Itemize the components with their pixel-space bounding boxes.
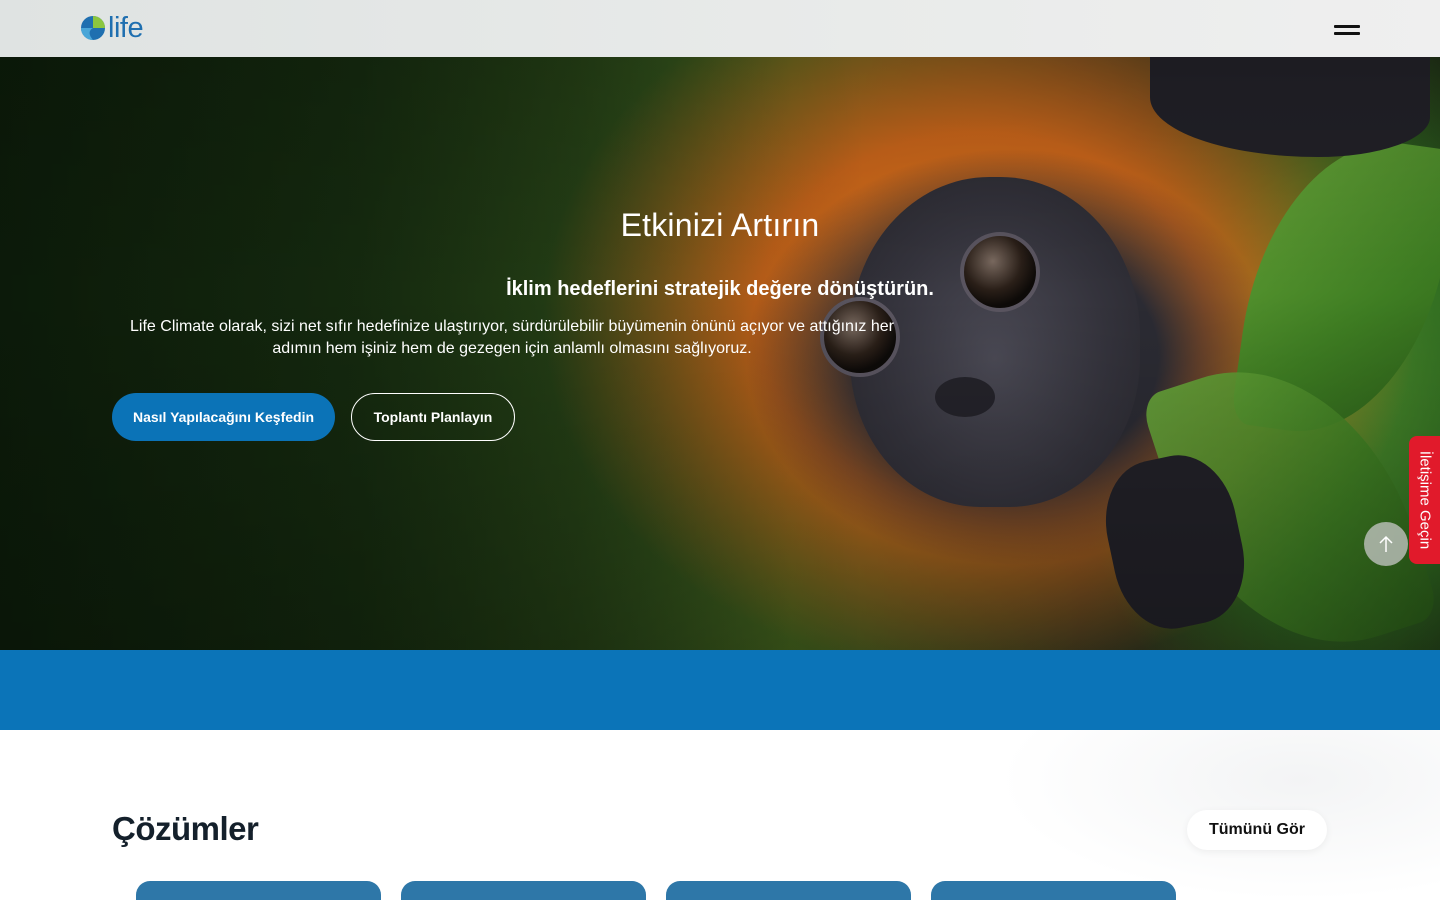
solution-card[interactable] xyxy=(666,881,911,900)
discover-how-button[interactable]: Nasıl Yapılacağını Keşfedin xyxy=(112,393,335,441)
globe-leaf-icon xyxy=(81,16,105,40)
blue-band xyxy=(0,650,1440,730)
hero-subtitle: İklim hedeflerini stratejik değere dönüş… xyxy=(506,278,934,300)
arrow-up-icon xyxy=(1379,535,1393,552)
solutions-title: Çözümler xyxy=(112,810,259,847)
contact-tab-label: İletişime Geçin xyxy=(1416,450,1433,550)
solution-card[interactable] xyxy=(931,881,1176,900)
see-all-button[interactable]: Tümünü Gör xyxy=(1187,810,1327,850)
scroll-to-top-button[interactable] xyxy=(1364,522,1408,566)
logo-text: life xyxy=(108,11,144,44)
logo[interactable]: life xyxy=(80,11,144,44)
hamburger-menu-icon[interactable] xyxy=(1334,22,1360,36)
solution-card[interactable] xyxy=(401,881,646,900)
schedule-meeting-button[interactable]: Toplantı Planlayın xyxy=(351,393,515,441)
hero-description: Life Climate olarak, sizi net sıfır hede… xyxy=(130,318,894,357)
solution-card[interactable] xyxy=(136,881,381,900)
hero-section: Etkinizi Artırın İklim hedeflerini strat… xyxy=(0,57,1440,650)
solutions-section: Çözümler Tümünü Gör xyxy=(0,730,1440,900)
hero-title: Etkinizi Artırın xyxy=(620,207,820,243)
site-header: life xyxy=(0,0,1440,57)
contact-tab[interactable]: İletişime Geçin xyxy=(1409,436,1440,564)
